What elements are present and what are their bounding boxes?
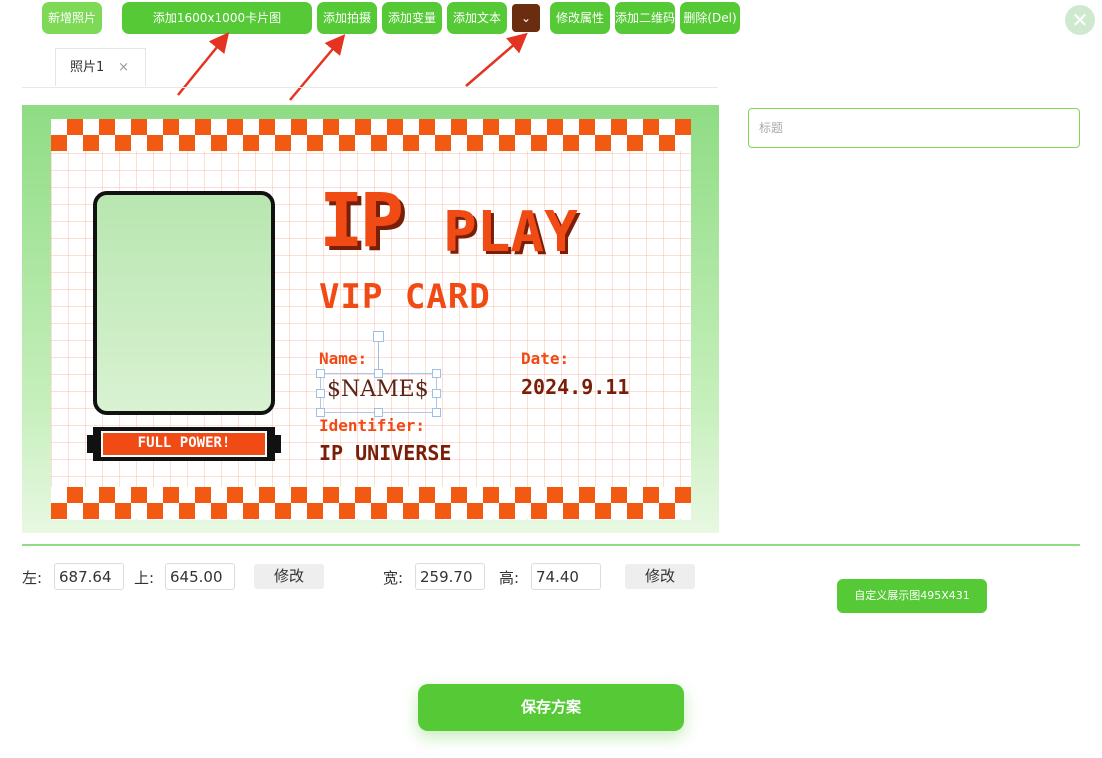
resize-handle-sw[interactable] — [316, 408, 325, 417]
badge-cap-left — [87, 435, 95, 453]
close-icon[interactable]: ✕ — [1065, 5, 1095, 35]
left-label: 左: — [22, 569, 43, 587]
delete-button[interactable]: 删除(Del) — [680, 2, 740, 34]
power-badge-label: FULL POWER! — [101, 431, 267, 457]
custom-display-button[interactable]: 自定义展示图495X431 — [837, 579, 987, 613]
full-power-badge: FULL POWER! — [93, 427, 275, 461]
resize-handle-s[interactable] — [374, 408, 383, 417]
modify-position-button[interactable]: 修改 — [254, 564, 324, 589]
add-card-image-button[interactable]: 添加1600x1000卡片图 — [122, 2, 312, 34]
identifier-label: Identifier: — [319, 416, 425, 435]
new-photo-button[interactable]: 新增照片 — [42, 2, 102, 34]
badge-cap-right — [273, 435, 281, 453]
modify-properties-button[interactable]: 修改属性 — [550, 2, 610, 34]
tab-divider — [22, 87, 718, 88]
add-shoot-button[interactable]: 添加拍摄 — [317, 2, 377, 34]
chevron-down-icon[interactable]: ⌄ — [512, 4, 540, 32]
section-divider — [22, 544, 1080, 546]
tab-photo-1[interactable]: 照片1 × — [55, 48, 146, 86]
top-input[interactable] — [165, 563, 235, 590]
resize-handle-nw[interactable] — [316, 369, 325, 378]
date-value: 2024.9.11 — [521, 375, 630, 399]
resize-handle-w[interactable] — [316, 389, 325, 398]
add-text-button[interactable]: 添加文本 — [447, 2, 507, 34]
top-label: 上: — [134, 569, 155, 587]
width-input[interactable] — [415, 563, 485, 590]
height-input[interactable] — [531, 563, 601, 590]
resize-handle-se[interactable] — [432, 408, 441, 417]
modify-size-button[interactable]: 修改 — [625, 564, 695, 589]
add-variable-button[interactable]: 添加变量 — [382, 2, 442, 34]
identifier-value: IP UNIVERSE — [319, 441, 452, 465]
add-qrcode-button[interactable]: 添加二维码 — [615, 2, 675, 34]
checker-border-bottom — [51, 487, 691, 519]
photo-placeholder[interactable] — [93, 191, 275, 415]
width-label: 宽: — [383, 569, 404, 587]
vip-card-heading: VIP CARD — [319, 277, 491, 317]
tab-label: 照片1 — [70, 60, 105, 75]
play-logo-text: PLAY — [443, 200, 578, 265]
tab-close-icon[interactable]: × — [118, 49, 129, 87]
ip-logo-text: IP — [319, 178, 404, 264]
name-label: Name: — [319, 349, 368, 368]
checker-border-top — [51, 119, 691, 151]
height-label: 高: — [499, 569, 520, 587]
resize-handle-e[interactable] — [432, 389, 441, 398]
left-input[interactable] — [54, 563, 124, 590]
resize-handle-ne[interactable] — [432, 369, 441, 378]
rotate-handle[interactable] — [373, 331, 384, 342]
title-input[interactable] — [748, 108, 1080, 148]
date-label: Date: — [521, 349, 570, 368]
save-plan-button[interactable]: 保存方案 — [418, 684, 684, 731]
name-variable-text[interactable]: $NAME$ — [327, 377, 429, 402]
vip-card: FULL POWER! IP PLAY VIP CARD Name: Date:… — [51, 119, 691, 520]
